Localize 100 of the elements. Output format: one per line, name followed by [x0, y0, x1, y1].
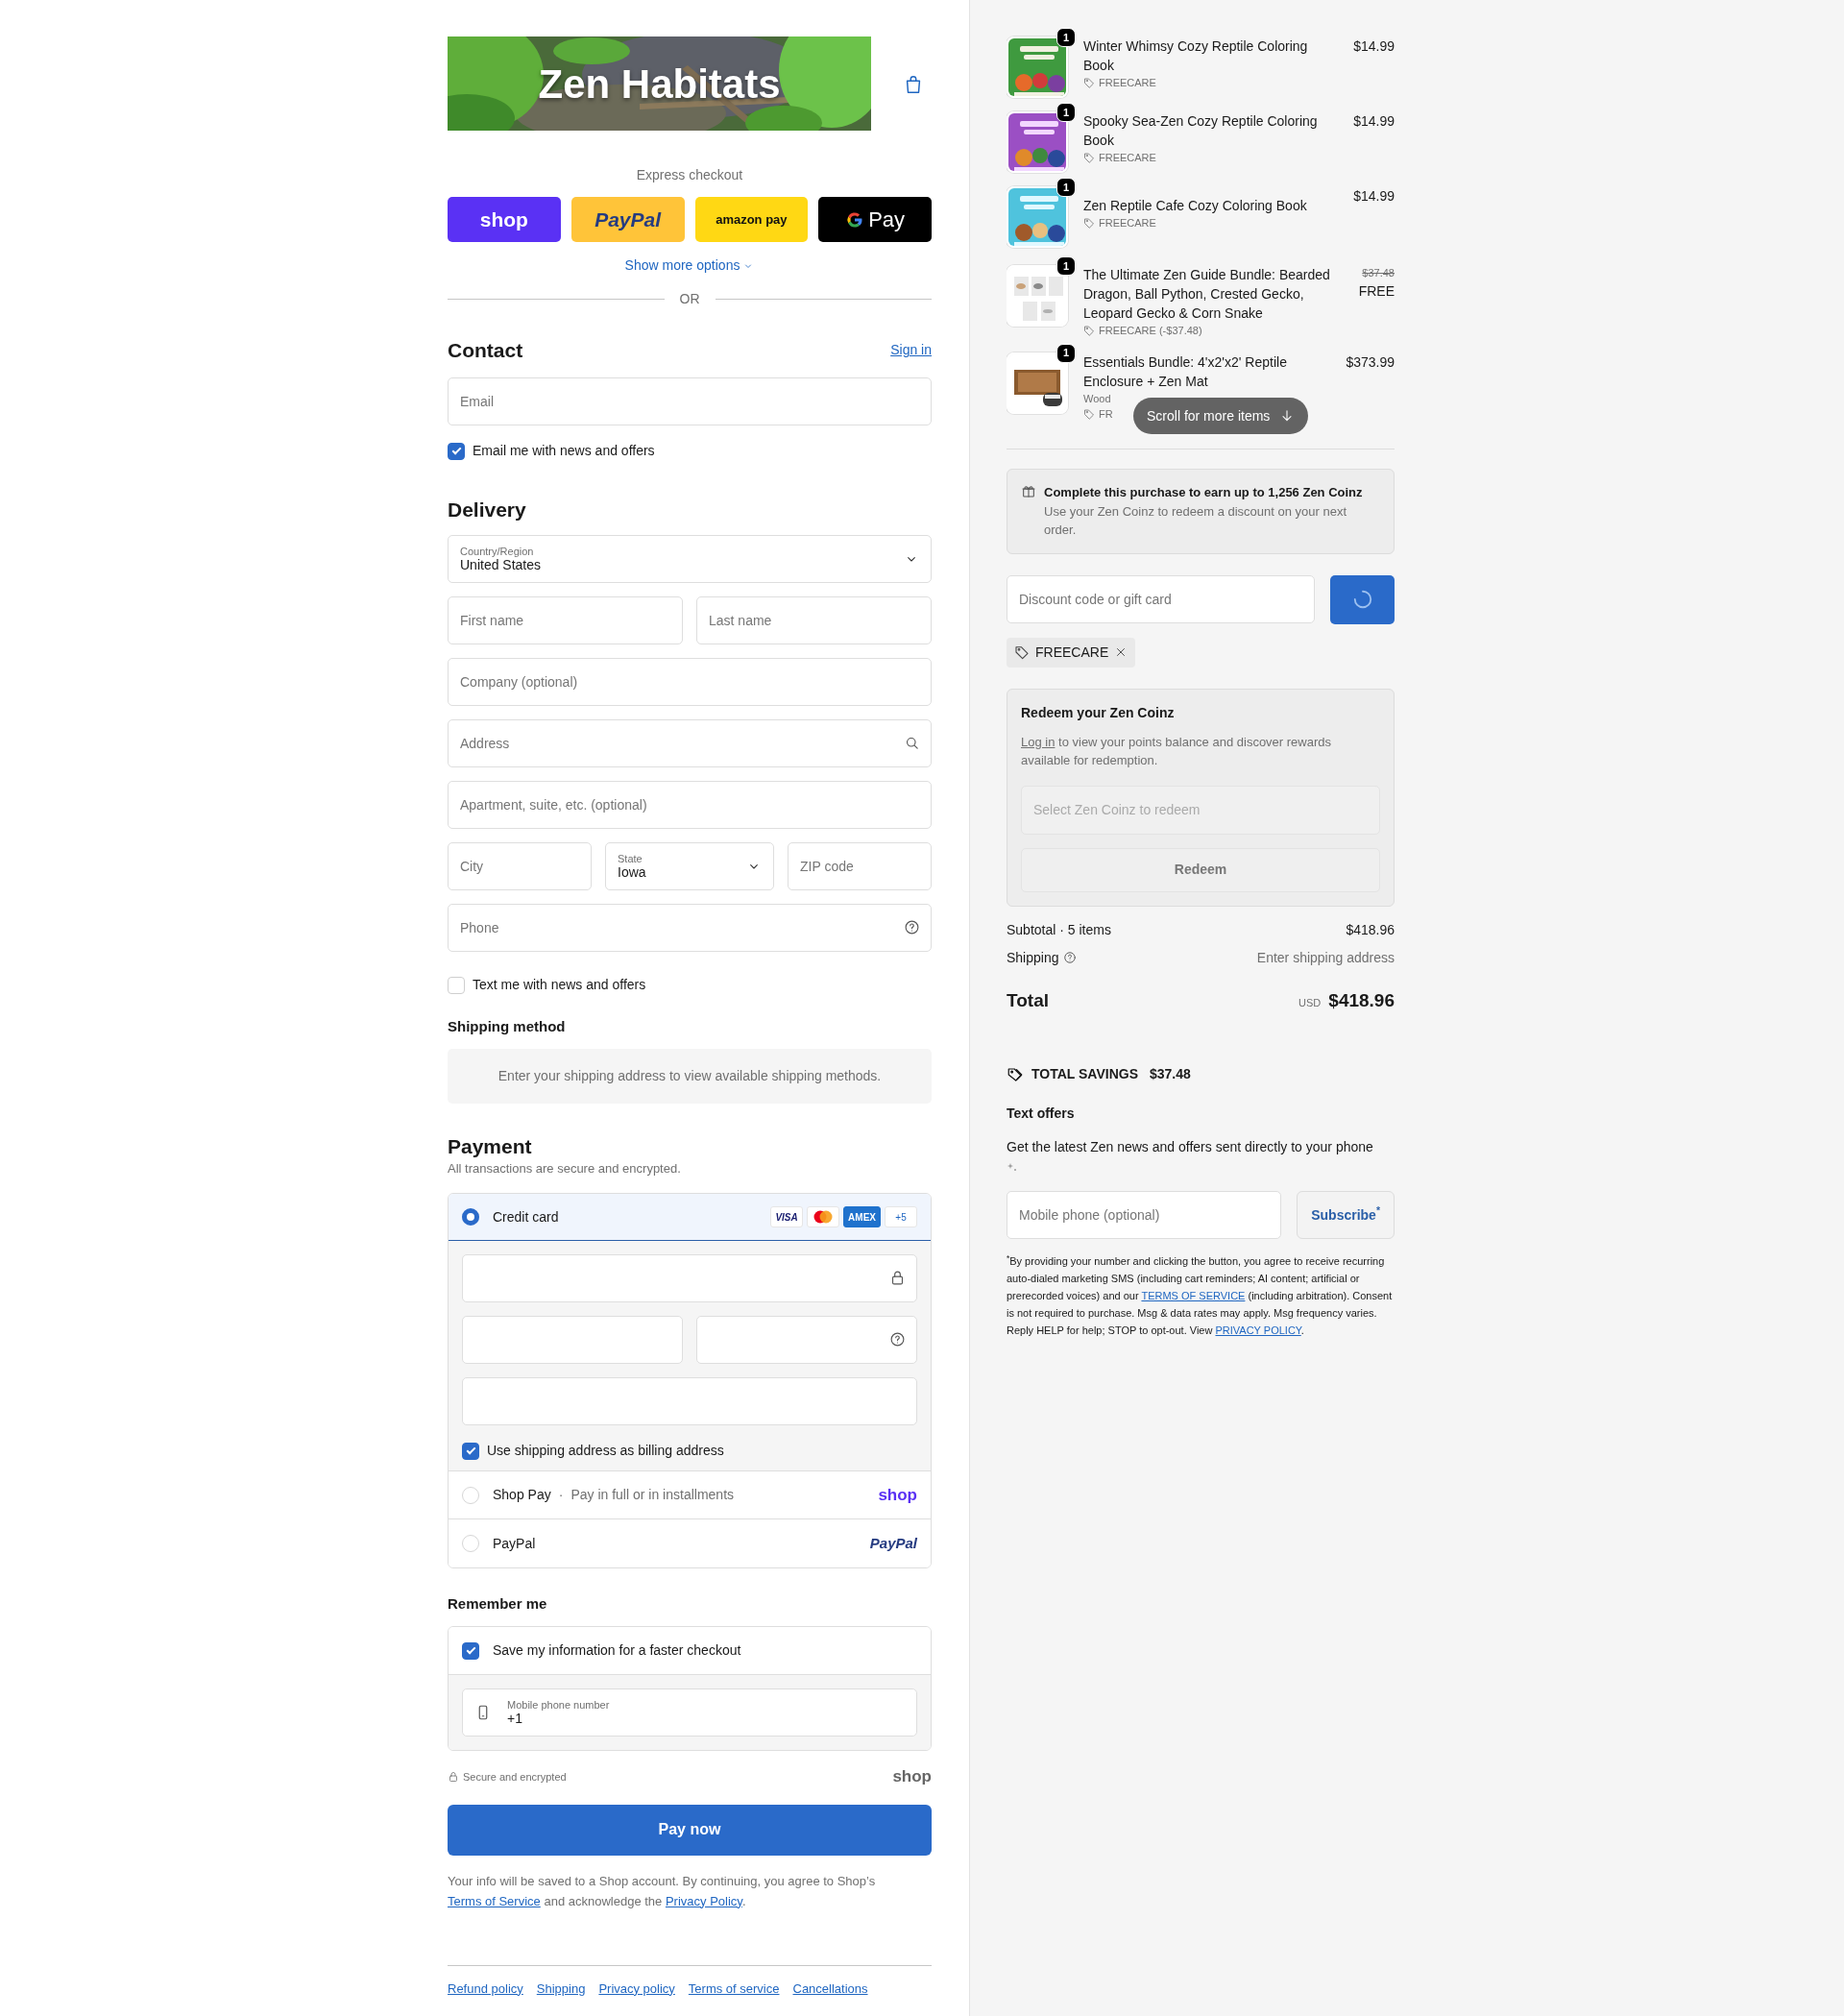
- section-label: Express checkout: [635, 166, 744, 184]
- item-title: Winter Whimsy Cozy Reptile Coloring Book: [1083, 37, 1309, 75]
- paypal-logo: PayPal: [869, 1533, 917, 1553]
- section-heading: Remember me: [448, 1595, 548, 1614]
- input-field[interactable]: [462, 1316, 683, 1365]
- payment-label: Credit card: [493, 1207, 559, 1227]
- subscribe-button[interactable]: Subscribe$^{*}$: [1297, 1191, 1395, 1239]
- tag-icon: [1014, 644, 1030, 660]
- sign-in-link[interactable]: Sign in: [890, 340, 932, 361]
- checkbox[interactable]: [462, 1442, 479, 1460]
- link[interactable]: Terms of Service: [448, 1893, 541, 1908]
- show-more-link[interactable]: Show more options: [624, 255, 755, 276]
- input-field[interactable]: First name: [448, 596, 683, 645]
- checkbox-label: Use shipping address as billing address: [487, 1442, 724, 1461]
- item-price: $373.99: [1346, 352, 1395, 372]
- input-field[interactable]: Company (optional): [448, 658, 932, 707]
- item-price: $14.99: [1353, 37, 1395, 56]
- quantity-badge: 1: [1056, 343, 1076, 363]
- item-variant: Wood: [1083, 391, 1111, 406]
- discount-code: FREECARE: [1099, 216, 1156, 231]
- input-field[interactable]: Phone: [448, 904, 932, 953]
- help-icon: [889, 1331, 906, 1348]
- help-icon: [904, 919, 920, 936]
- item-price: FREE: [1358, 281, 1395, 301]
- google-pay-button[interactable]: Pay: [818, 197, 932, 242]
- footer-link[interactable]: Privacy policy: [598, 1979, 675, 1999]
- input-field[interactable]: Address: [448, 719, 932, 768]
- help-icon: [1062, 951, 1077, 964]
- input-field[interactable]: Discount code or gift card: [1007, 574, 1315, 623]
- input-field[interactable]: City: [448, 842, 592, 891]
- payment-note: Pay in full or in installments: [570, 1486, 735, 1505]
- discount-code: FREECARE: [1099, 151, 1156, 165]
- link[interactable]: TERMS OF SERVICE: [1141, 1290, 1246, 1301]
- checkbox-label: Save my information for a faster checkout: [493, 1641, 741, 1661]
- shop-logo: shop: [878, 1484, 917, 1506]
- savings-amount: $37.48: [1150, 1065, 1191, 1083]
- divider-label: OR: [679, 290, 700, 308]
- discount-code: FREECARE: [1099, 76, 1156, 90]
- secure-note: Secure and encrypted: [463, 1769, 567, 1785]
- footer-link[interactable]: Refund policy: [448, 1979, 523, 1999]
- quantity-badge: 1: [1056, 256, 1076, 276]
- section-heading: Contact: [448, 338, 523, 363]
- summary-label: Subtotal · 5 items: [1007, 920, 1111, 939]
- phone-field[interactable]: Mobile phone number +1: [462, 1688, 917, 1737]
- section-heading: Text offers: [1007, 1105, 1076, 1123]
- visa-icon: VISA: [770, 1206, 804, 1228]
- redeem-button[interactable]: Redeem: [1021, 847, 1380, 892]
- payment-label: PayPal: [493, 1534, 536, 1553]
- input-field[interactable]: Mobile phone (optional): [1007, 1191, 1282, 1239]
- input-field[interactable]: Email: [448, 377, 932, 426]
- item-title: Essentials Bundle: 4'x2'x2' Reptile Enclosure + Zen Mat: [1083, 352, 1288, 391]
- quantity-badge: 1: [1056, 103, 1076, 122]
- summary-label: Shipping: [1007, 948, 1059, 967]
- search-icon: [904, 735, 920, 752]
- radio-button[interactable]: [462, 1208, 479, 1227]
- checkbox[interactable]: [448, 442, 465, 460]
- footer-link[interactable]: Cancellations: [792, 1979, 868, 1999]
- link[interactable]: PRIVACY POLICY: [1215, 1324, 1301, 1336]
- tag-icon: [1083, 152, 1095, 164]
- section-heading: Delivery: [448, 498, 527, 522]
- section-subtitle: All transactions are secure and encrypted.: [448, 1159, 682, 1178]
- input-field[interactable]: [462, 1377, 917, 1426]
- mastercard-icon: [807, 1206, 840, 1228]
- tags-icon: [1007, 1065, 1024, 1083]
- input-field[interactable]: Last name: [696, 596, 932, 645]
- footer-link[interactable]: Terms of service: [688, 1979, 780, 1999]
- currency-code: USD: [1298, 995, 1322, 1010]
- logo-text: Zen Habitats: [538, 60, 781, 109]
- apply-button[interactable]: [1330, 574, 1395, 624]
- item-price: $14.99: [1353, 187, 1395, 206]
- link[interactable]: Privacy Policy: [665, 1893, 742, 1908]
- item-title: The Ultimate Zen Guide Bundle: Bearded Dragon, Ball Python, Crested Gecko, Leopard Gecko & Corn Snake: [1083, 266, 1331, 323]
- scroll-hint-button[interactable]: Scroll for more items: [1133, 398, 1309, 434]
- select-field[interactable]: State Iowa: [605, 842, 774, 891]
- input-field[interactable]: [696, 1316, 917, 1365]
- discount-code: FREECARE (-$37.48): [1099, 324, 1202, 338]
- savings-label: TOTAL SAVINGS: [1031, 1065, 1138, 1083]
- link[interactable]: Log in: [1021, 734, 1055, 749]
- item-price: $14.99: [1353, 112, 1395, 131]
- original-price: $37.48: [1361, 266, 1395, 280]
- input-field[interactable]: Apartment, suite, etc. (optional): [448, 781, 932, 830]
- checkbox-label: Email me with news and offers: [473, 442, 655, 461]
- pay-now-button[interactable]: Pay now: [448, 1804, 932, 1856]
- footer-link[interactable]: Shipping: [536, 1979, 586, 1999]
- checkbox[interactable]: [462, 1641, 479, 1660]
- shop-pay-button[interactable]: shop: [448, 197, 561, 242]
- gift-icon: [1021, 483, 1036, 498]
- quantity-badge: 1: [1056, 178, 1076, 197]
- input-field[interactable]: [462, 1254, 917, 1303]
- item-title: Zen Reptile Cafe Cozy Coloring Book: [1083, 197, 1308, 215]
- disclaimer-text: $^{*}$By providing your number and clicking the button, you agree to receive recurring auto-dialed marketing SMS (including cart reminders; AI content; artificial or prerecorded voices) and our TERMS OF SERVICE (including arbitration). Consent is not required to purchase. Msg & data rates may apply. Msg frequency varies. Reply HELP for help; STOP to opt-out. View PRIVACY POLICY.: [1007, 1252, 1394, 1338]
- banner-text: Use your Zen Coinz to redeem a discount on your next order.: [1044, 502, 1348, 539]
- tag-icon: [1083, 217, 1095, 230]
- paypal-button[interactable]: PayPal: [570, 197, 685, 242]
- amex-icon: AMEX: [843, 1206, 881, 1228]
- select-field[interactable]: Country/Region United States: [448, 535, 932, 584]
- amazon-pay-button[interactable]: amazon pay: [694, 197, 809, 242]
- section-heading: Payment: [448, 1134, 533, 1159]
- input-field[interactable]: ZIP code: [788, 842, 932, 891]
- shipping-notice: Enter your shipping address to view available shipping methods.: [448, 1049, 932, 1105]
